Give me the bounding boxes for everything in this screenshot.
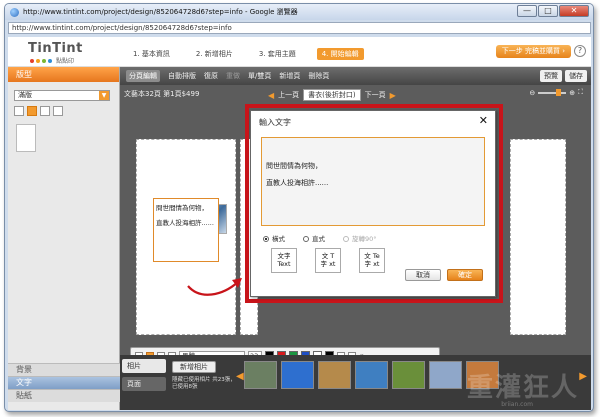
vertical-text-icon[interactable]: 文 T字 xt [315,248,341,273]
radio-icon[interactable] [303,236,309,242]
text-input-area[interactable]: 問世間情為何物， 直教人投海相許...... [261,137,485,226]
radio-icon[interactable] [343,236,349,242]
radio-horizontal[interactable]: 橫式 [263,233,285,243]
radio-label: 旋轉90° [352,235,377,243]
ok-button[interactable]: 確定 [447,269,483,281]
radio-icon[interactable] [263,236,269,242]
text-line: 問世間情為何物， [266,162,322,170]
orientation-radios: 橫式 直式 旋轉90° [263,233,377,243]
horizontal-text-icon[interactable]: 文字 Text [271,248,297,273]
cancel-button[interactable]: 取消 [405,269,441,281]
text-input-dialog: 輸入文字 ✕ 問世間情為何物， 直教人投海相許...... 橫式 直式 旋轉90… [250,110,496,297]
text-line: 直教人投海相許...... [266,179,329,187]
radio-label: 直式 [312,235,325,243]
radio-rotate-90[interactable]: 旋轉90° [343,233,377,243]
dialog-title: 輸入文字 [259,118,291,127]
rotated-text-icon[interactable]: 文 Te 字 xt [359,248,385,273]
radio-label: 橫式 [272,235,285,243]
close-icon[interactable]: ✕ [479,114,488,127]
callout-arrow-line [187,281,239,296]
radio-vertical[interactable]: 直式 [303,233,325,243]
